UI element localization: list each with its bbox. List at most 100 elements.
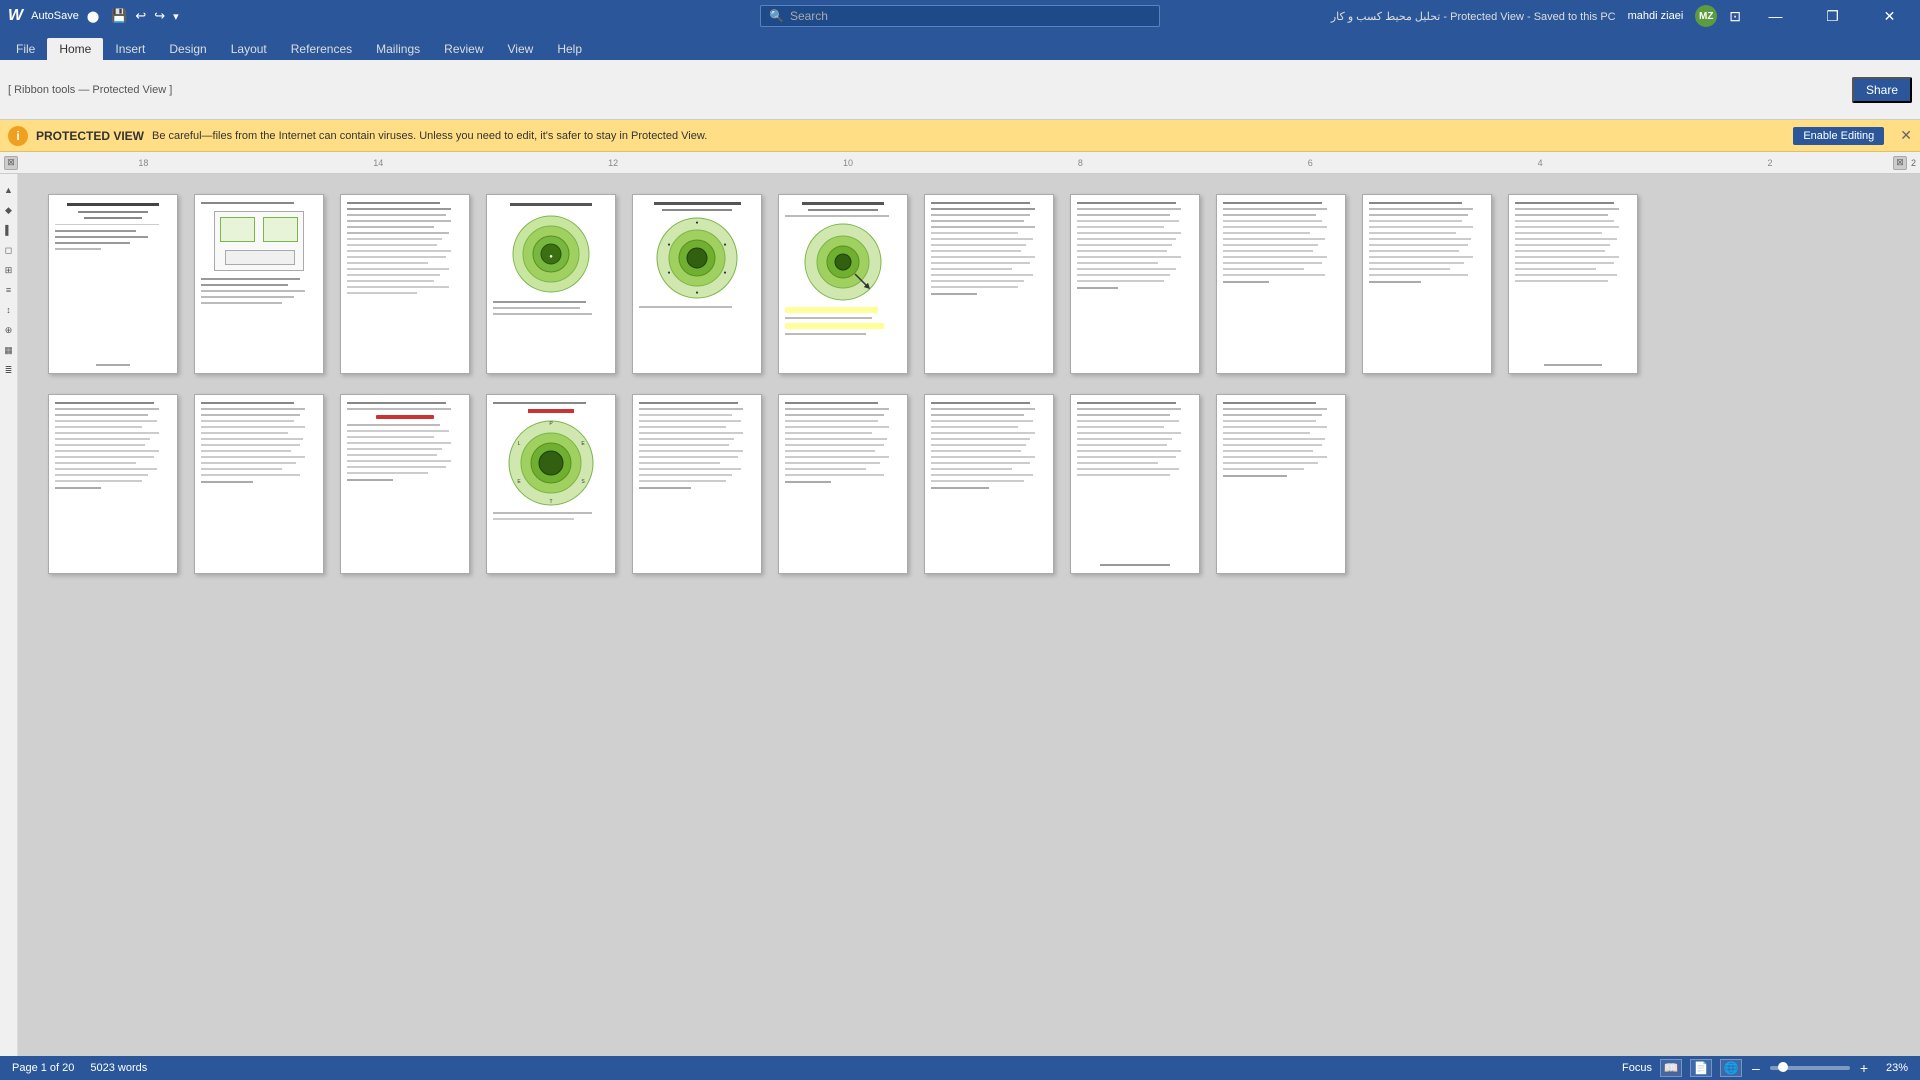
page-thumb-18[interactable] (924, 394, 1054, 574)
zoom-in-button[interactable]: + (1858, 1060, 1870, 1076)
svg-text:T: T (549, 499, 552, 505)
svg-text:●: ● (695, 220, 698, 226)
protected-label: PROTECTED VIEW (36, 129, 144, 143)
ruler-mark-14: 14 (373, 158, 383, 168)
status-left: Page 1 of 20 5023 words (12, 1062, 147, 1074)
protected-close-icon[interactable]: ✕ (1900, 127, 1912, 144)
user-initials: MZ (1699, 11, 1713, 22)
share-button[interactable]: Share (1852, 77, 1912, 103)
ruler-mark-6: 6 (1308, 158, 1313, 168)
autosave-label: AutoSave (31, 10, 79, 22)
tab-layout[interactable]: Layout (219, 38, 279, 60)
sidebar-tool-8[interactable]: ⊕ (1, 322, 17, 338)
word-count: 5023 words (90, 1062, 147, 1074)
title-left: W AutoSave ⬤ 💾 ↩ ↪ ▾ (8, 7, 179, 25)
ruler-mark-12: 12 (608, 158, 618, 168)
page-thumb-9[interactable] (1216, 194, 1346, 374)
search-placeholder: Search (790, 9, 828, 23)
sidebar-tool-6[interactable]: ≡ (1, 282, 17, 298)
ruler-mark-18: 18 (138, 158, 148, 168)
ruler-mark-10: 10 (843, 158, 853, 168)
undo-icon[interactable]: ↩ (135, 8, 146, 24)
page-thumb-7[interactable] (924, 194, 1054, 374)
tab-insert[interactable]: Insert (103, 38, 157, 60)
ribbon-display-icon[interactable]: ⊡ (1729, 8, 1741, 25)
view-print-button[interactable]: 📄 (1690, 1059, 1712, 1077)
page-thumb-17[interactable] (778, 394, 908, 574)
enable-editing-button[interactable]: Enable Editing (1793, 127, 1884, 145)
sidebar-tool-3[interactable]: ▌ (1, 222, 17, 238)
page-thumb-20[interactable] (1216, 394, 1346, 574)
ruler-mark-2: 2 (1767, 158, 1772, 168)
protected-message: Be careful—files from the Internet can c… (152, 130, 1785, 142)
view-web-button[interactable]: 🌐 (1720, 1059, 1742, 1077)
page-thumb-1[interactable] (48, 194, 178, 374)
user-name: mahdi ziaei (1628, 10, 1684, 22)
sidebar-tool-10[interactable]: ≣ (1, 362, 17, 378)
minimize-button[interactable]: — (1753, 0, 1798, 32)
page-thumb-6[interactable] (778, 194, 908, 374)
tab-view[interactable]: View (496, 38, 546, 60)
tab-review[interactable]: Review (432, 38, 495, 60)
page-thumb-11[interactable] (1508, 194, 1638, 374)
sidebar-tool-4[interactable]: ◻ (1, 242, 17, 258)
sidebar-tool-5[interactable]: ⊞ (1, 262, 17, 278)
page-thumb-13[interactable] (194, 394, 324, 574)
page-thumb-16[interactable] (632, 394, 762, 574)
sidebar-tool-9[interactable]: ▦ (1, 342, 17, 358)
pages-row-2: P E S T E L (48, 394, 1890, 574)
customize-icon[interactable]: ▾ (173, 10, 179, 23)
page-info: Page 1 of 20 (12, 1062, 74, 1074)
zoom-out-button[interactable]: – (1750, 1060, 1762, 1076)
tab-design[interactable]: Design (157, 38, 218, 60)
focus-label[interactable]: Focus (1622, 1062, 1652, 1074)
tab-references[interactable]: References (279, 38, 364, 60)
page-thumb-5[interactable]: ● ● ● ● ● ● (632, 194, 762, 374)
ruler-end-handle[interactable]: ⊠ (1893, 156, 1907, 170)
close-button[interactable]: ✕ (1867, 0, 1912, 32)
page-thumb-15[interactable]: P E S T E L (486, 394, 616, 574)
zoom-slider[interactable] (1770, 1066, 1850, 1070)
user-avatar[interactable]: MZ (1695, 5, 1717, 27)
sidebar-tool-2[interactable]: ◆ (1, 202, 17, 218)
ribbon-content: [ Ribbon tools — Protected View ] Share (0, 60, 1920, 120)
page-thumb-8[interactable] (1070, 194, 1200, 374)
sidebar-tool-1[interactable]: ▲ (1, 182, 17, 198)
content-area: ● (18, 174, 1920, 1056)
page-thumb-10[interactable] (1362, 194, 1492, 374)
svg-text:●: ● (549, 254, 553, 260)
ruler-number-2: 2 (1911, 158, 1916, 168)
pages-grid: ● (18, 174, 1920, 594)
svg-text:L: L (518, 441, 521, 447)
doc-title: تحلیل محیط کسب و کار - Protected View - … (1331, 10, 1616, 23)
tab-home[interactable]: Home (47, 38, 103, 60)
page-thumb-19[interactable] (1070, 394, 1200, 574)
ruler-mark-4: 4 (1538, 158, 1543, 168)
save-icon[interactable]: 💾 (111, 8, 127, 24)
autosave-toggle[interactable]: ⬤ (87, 10, 99, 23)
status-right: Focus 📖 📄 🌐 – + 23% (1622, 1059, 1908, 1077)
page-thumb-12[interactable] (48, 394, 178, 574)
tab-mailings[interactable]: Mailings (364, 38, 432, 60)
page-thumb-14[interactable] (340, 394, 470, 574)
search-box[interactable]: 🔍 Search (760, 5, 1160, 27)
ribbon-tools: [ Ribbon tools — Protected View ] (8, 84, 172, 96)
ruler-mark-8: 8 (1078, 158, 1083, 168)
restore-button[interactable]: ❐ (1810, 0, 1855, 32)
svg-text:●: ● (723, 242, 726, 248)
ruler-handle-left[interactable]: ⊠ (4, 156, 18, 170)
tab-help[interactable]: Help (545, 38, 594, 60)
view-read-button[interactable]: 📖 (1660, 1059, 1682, 1077)
svg-text:●: ● (723, 270, 726, 276)
svg-text:●: ● (695, 290, 698, 296)
svg-text:●: ● (667, 242, 670, 248)
tab-file[interactable]: File (4, 38, 47, 60)
sidebar-tool-7[interactable]: ↕ (1, 302, 17, 318)
page-thumb-3[interactable] (340, 194, 470, 374)
redo-icon[interactable]: ↪ (154, 8, 165, 24)
page-thumb-4[interactable]: ● (486, 194, 616, 374)
protected-info-icon: i (8, 126, 28, 146)
title-right: تحلیل محیط کسب و کار - Protected View - … (1331, 0, 1912, 32)
page-thumb-2[interactable] (194, 194, 324, 374)
search-icon: 🔍 (769, 9, 784, 23)
